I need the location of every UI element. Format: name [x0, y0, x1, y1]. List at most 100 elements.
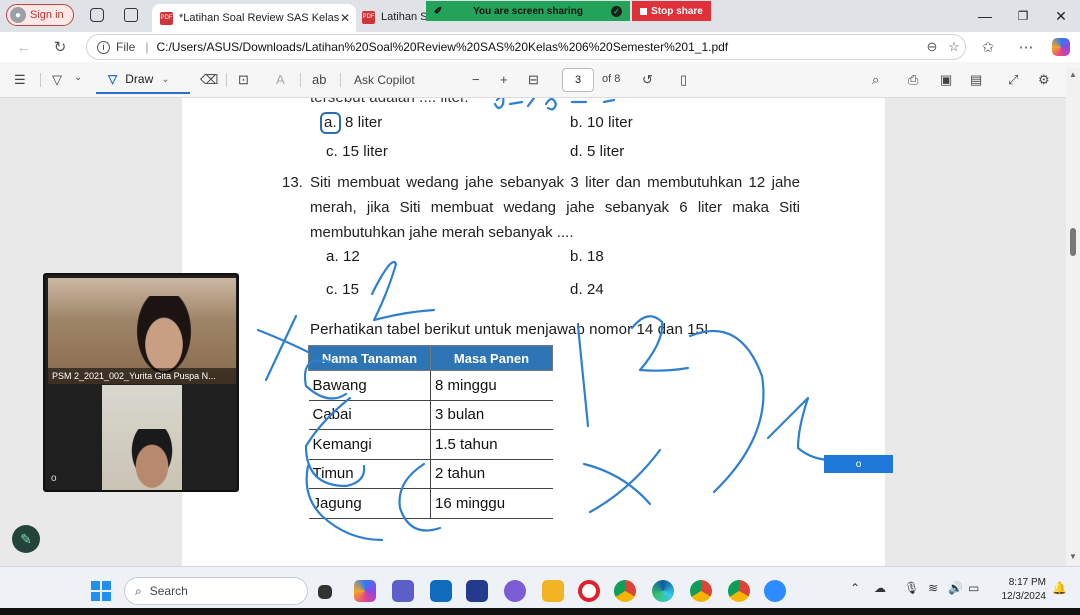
zoom-icon[interactable]: ⊖ [921, 39, 943, 55]
chevron-down-icon[interactable]: ⌄ [161, 74, 169, 85]
save-icon[interactable]: ▣ [940, 72, 952, 88]
address-separator: | [145, 40, 149, 54]
copilot-taskbar-icon[interactable] [354, 580, 376, 602]
cloud-icon[interactable]: ☁ [874, 581, 886, 595]
microphone-icon[interactable]: 🎙 [904, 581, 919, 595]
text-box-icon[interactable]: ⊡ [238, 72, 249, 88]
taskbar-search[interactable]: ⌕ Search [124, 577, 308, 605]
pdf-icon: PDF [362, 10, 375, 24]
pdf-toolbar: ☰ ▽ ⌄ ▽ Draw ⌄ ⌫ ⊡ A ab Ask Copilot − + … [0, 62, 1080, 98]
edge-icon[interactable] [652, 580, 674, 602]
rotate-icon[interactable]: ↺ [642, 72, 653, 88]
wifi-icon[interactable]: ≋ [928, 581, 938, 595]
table-header-row: Nama Tanaman Masa Panen [308, 345, 553, 371]
copilot-icon[interactable] [1052, 38, 1070, 56]
minimize-button[interactable]: — [970, 6, 1000, 26]
vertical-scrollbar[interactable]: ▲ ▼ [1066, 68, 1080, 566]
chevron-down-icon[interactable]: ⌄ [74, 72, 82, 83]
draw-button[interactable]: ▽ Draw ⌄ [96, 66, 190, 94]
device-bottom-bar [0, 608, 1080, 615]
q12-option-d: d. 5 liter [570, 143, 625, 160]
contents-icon[interactable]: ☰ [14, 72, 26, 88]
question-number: 13. [282, 174, 303, 191]
self-face [124, 429, 180, 490]
eraser-icon[interactable]: ⌫ [200, 72, 218, 88]
close-window-button[interactable]: ✕ [1046, 6, 1076, 26]
fullscreen-icon[interactable]: ⤢ [1008, 72, 1018, 88]
previous-question-tail: tersebut adalah .... liter. [310, 98, 469, 106]
search-placeholder: Search [149, 584, 188, 598]
teams-icon[interactable] [392, 580, 414, 602]
table-cell: 2 tahun [430, 459, 553, 489]
video-call-overlay[interactable]: PSM 2_2021_002_Yurita Gita Puspa N... o [43, 273, 239, 492]
tab-actions-icon[interactable] [124, 8, 138, 22]
q12-option-a: a. 8 liter [320, 112, 382, 134]
table-row: Timun 2 tahun [308, 459, 553, 489]
table-instruction: Perhatikan tabel berikut untuk menjawab … [310, 321, 709, 338]
workspaces-icon[interactable] [90, 8, 104, 22]
read-aloud-icon[interactable]: ab [312, 72, 326, 87]
opera-icon[interactable] [578, 580, 600, 602]
stop-share-label: Stop share [651, 5, 703, 17]
table-cell: Cabai [308, 400, 431, 430]
windows-start-icon[interactable] [91, 581, 111, 601]
option-text: 8 liter [345, 114, 383, 131]
ask-copilot-button[interactable]: Ask Copilot [354, 73, 415, 87]
chrome-icon[interactable] [614, 580, 636, 602]
more-menu-icon[interactable]: ⋯ [1016, 37, 1036, 57]
scroll-thumb[interactable] [1070, 228, 1076, 256]
pen-tool-icon[interactable]: ✎ [12, 525, 40, 553]
info-icon[interactable]: i [97, 40, 110, 54]
settings-gear-icon[interactable]: ⚙ [1038, 72, 1050, 88]
system-clock[interactable]: 8:17 PM 12/3/2024 [994, 576, 1047, 604]
app-icon[interactable] [504, 580, 526, 602]
volume-icon[interactable]: 🔊 [948, 581, 963, 595]
chevron-up-icon[interactable]: ⌃ [850, 581, 860, 595]
scroll-down-icon[interactable]: ▼ [1069, 552, 1077, 561]
text-size-icon[interactable]: A [276, 72, 285, 87]
print-icon[interactable]: ⎙ [908, 72, 918, 88]
clock-date: 12/3/2024 [1001, 591, 1047, 602]
favorites-icon[interactable]: ✩ [978, 37, 998, 57]
self-video [102, 385, 182, 490]
restore-button[interactable]: ❐ [1008, 6, 1038, 26]
sign-in-button[interactable]: ● Sign in [6, 4, 74, 26]
page-view-icon[interactable]: ▯ [680, 72, 687, 88]
close-tab-icon[interactable]: ✕ [340, 11, 356, 25]
highlight-icon[interactable]: ▽ [52, 72, 62, 88]
outlook-icon[interactable] [430, 580, 452, 602]
table-cell: 1.5 tahun [430, 429, 553, 460]
chrome-profile-icon[interactable] [728, 580, 750, 602]
battery-icon[interactable]: ▭ [968, 581, 979, 595]
save-as-icon[interactable]: ▤ [970, 72, 982, 88]
favorite-star-icon[interactable]: ☆ [943, 39, 965, 55]
chrome-profile-icon[interactable] [690, 580, 712, 602]
find-icon[interactable]: ⌕ [872, 72, 879, 88]
separator [226, 73, 227, 87]
url-text[interactable]: C:/Users/ASUS/Downloads/Latihan%20Soal%2… [156, 40, 921, 54]
share-grip-icon[interactable]: ✐ [434, 6, 442, 17]
notification-bell-icon[interactable]: 🔔 [1052, 581, 1067, 595]
task-view-icon[interactable] [318, 585, 332, 599]
separator [40, 73, 41, 87]
file-explorer-icon[interactable] [542, 580, 564, 602]
zoom-in-button[interactable]: + [500, 72, 508, 87]
table-cell: 8 minggu [430, 370, 553, 401]
q13-option-a: a. 12 [326, 248, 360, 265]
address-bar-row: ← ↻ i File | C:/Users/ASUS/Downloads/Lat… [0, 32, 1080, 62]
refresh-button[interactable]: ↻ [50, 37, 70, 57]
page-number-input[interactable]: 3 [562, 68, 594, 92]
back-button[interactable]: ← [14, 37, 34, 57]
clock-time: 8:17 PM [1008, 577, 1046, 588]
zoom-out-button[interactable]: − [472, 72, 480, 87]
fit-page-icon[interactable]: ⊟ [528, 72, 539, 88]
tab-active-pdf[interactable]: PDF *Latihan Soal Review SAS Kelas 6 ✕ [152, 4, 356, 32]
floating-overlay-chip[interactable]: o [824, 455, 893, 473]
media-app-icon[interactable] [466, 580, 488, 602]
zoom-app-icon[interactable] [764, 580, 786, 602]
address-bar[interactable]: i File | C:/Users/ASUS/Downloads/Latihan… [86, 34, 966, 60]
table-cell: Timun [308, 459, 431, 489]
scroll-up-icon[interactable]: ▲ [1069, 70, 1077, 79]
stop-share-button[interactable]: Stop share [632, 1, 711, 21]
profile-icon: ● [10, 7, 26, 23]
